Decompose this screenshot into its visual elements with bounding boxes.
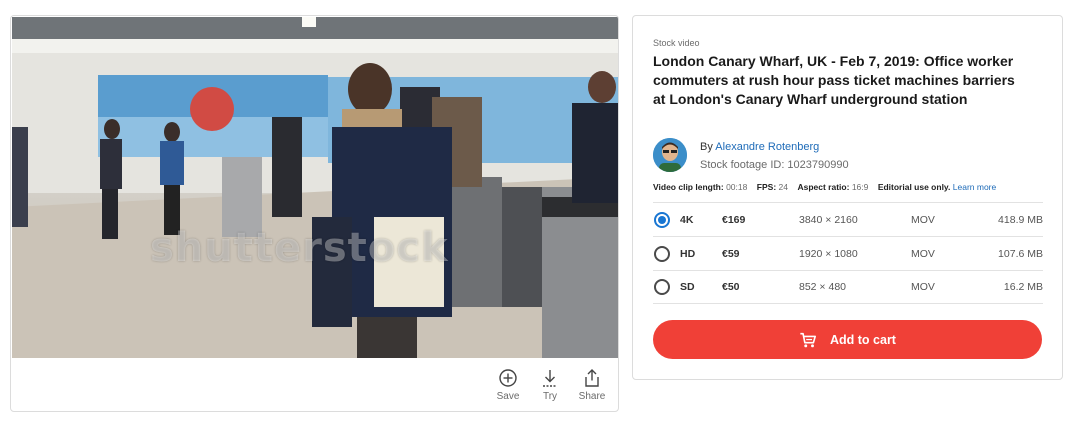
option-dimensions: 852 × 480 [799,281,847,293]
media-actions: Save Try Share [494,368,606,402]
clip-meta: Video clip length: 00:18 FPS: 24 Aspect … [653,182,996,192]
add-to-cart-label: Add to cart [830,332,896,347]
video-frame-illustration [12,17,618,358]
radio-sd[interactable] [654,279,670,295]
option-format: MOV [911,213,935,226]
option-format: MOV [911,281,935,293]
download-icon [543,370,557,387]
aspect-label: Aspect ratio: [797,182,850,192]
aspect-value: 16:9 [851,182,869,192]
option-hd[interactable]: HD €59 1920 × 1080 MOV 107.6 MB [653,236,1043,270]
video-title: London Canary Wharf, UK - Feb 7, 2019: O… [653,53,1015,107]
option-dimensions: 3840 × 2160 [799,213,858,226]
save-label: Save [496,391,520,402]
radio-4k[interactable] [654,211,670,228]
licensing-panel: Stock video London Canary Wharf, UK - Fe… [632,15,1063,380]
contributor-avatar[interactable] [653,138,687,172]
option-4k[interactable]: 4K €169 3840 × 2160 MOV 418.9 MB [653,202,1043,236]
option-filesize: 16.2 MB [1003,281,1043,293]
fps-label: FPS: [756,182,777,192]
share-icon [585,369,599,387]
footage-id: Stock footage ID: 1023790990 [700,159,849,171]
asset-type-label: Stock video [653,38,700,48]
video-preview[interactable]: shutterstock [12,17,618,358]
resolution-options: 4K €169 3840 × 2160 MOV 418.9 MB HD €59 … [653,202,1043,304]
radio-hd[interactable] [654,245,670,262]
option-resolution: HD [680,247,696,260]
save-button[interactable]: Save [494,368,522,402]
editorial-note: Editorial use only. [877,182,951,192]
watermark: shutterstock [150,225,449,271]
cart-icon [800,332,817,347]
length-value: 00:18 [726,182,748,192]
option-sd[interactable]: SD €50 852 × 480 MOV 16.2 MB [653,270,1043,304]
plus-circle-icon [499,369,517,387]
avatar-icon [653,138,687,172]
option-price: €59 [722,247,740,260]
share-label: Share [578,391,606,402]
contributor-link[interactable]: Alexandre Rotenberg [715,141,819,153]
by-prefix: By [700,141,713,153]
try-button[interactable]: Try [536,368,564,402]
option-dimensions: 1920 × 1080 [799,247,858,260]
fps-value: 24 [778,182,789,192]
option-format: MOV [911,247,935,260]
option-price: €169 [722,213,746,226]
option-resolution: SD [680,281,695,293]
add-to-cart-button[interactable]: Add to cart [653,320,1042,359]
learn-more-link[interactable]: Learn more [953,182,996,192]
contributor-line: By Alexandre Rotenberg [700,141,819,153]
option-filesize: 107.6 MB [998,247,1043,260]
try-label: Try [542,391,558,402]
length-label: Video clip length: [653,182,724,192]
option-price: €50 [722,281,740,293]
video-preview-card: shutterstock Save Try Share [10,15,619,412]
option-filesize: 418.9 MB [998,213,1043,226]
option-resolution: 4K [680,213,694,226]
share-button[interactable]: Share [578,368,606,402]
